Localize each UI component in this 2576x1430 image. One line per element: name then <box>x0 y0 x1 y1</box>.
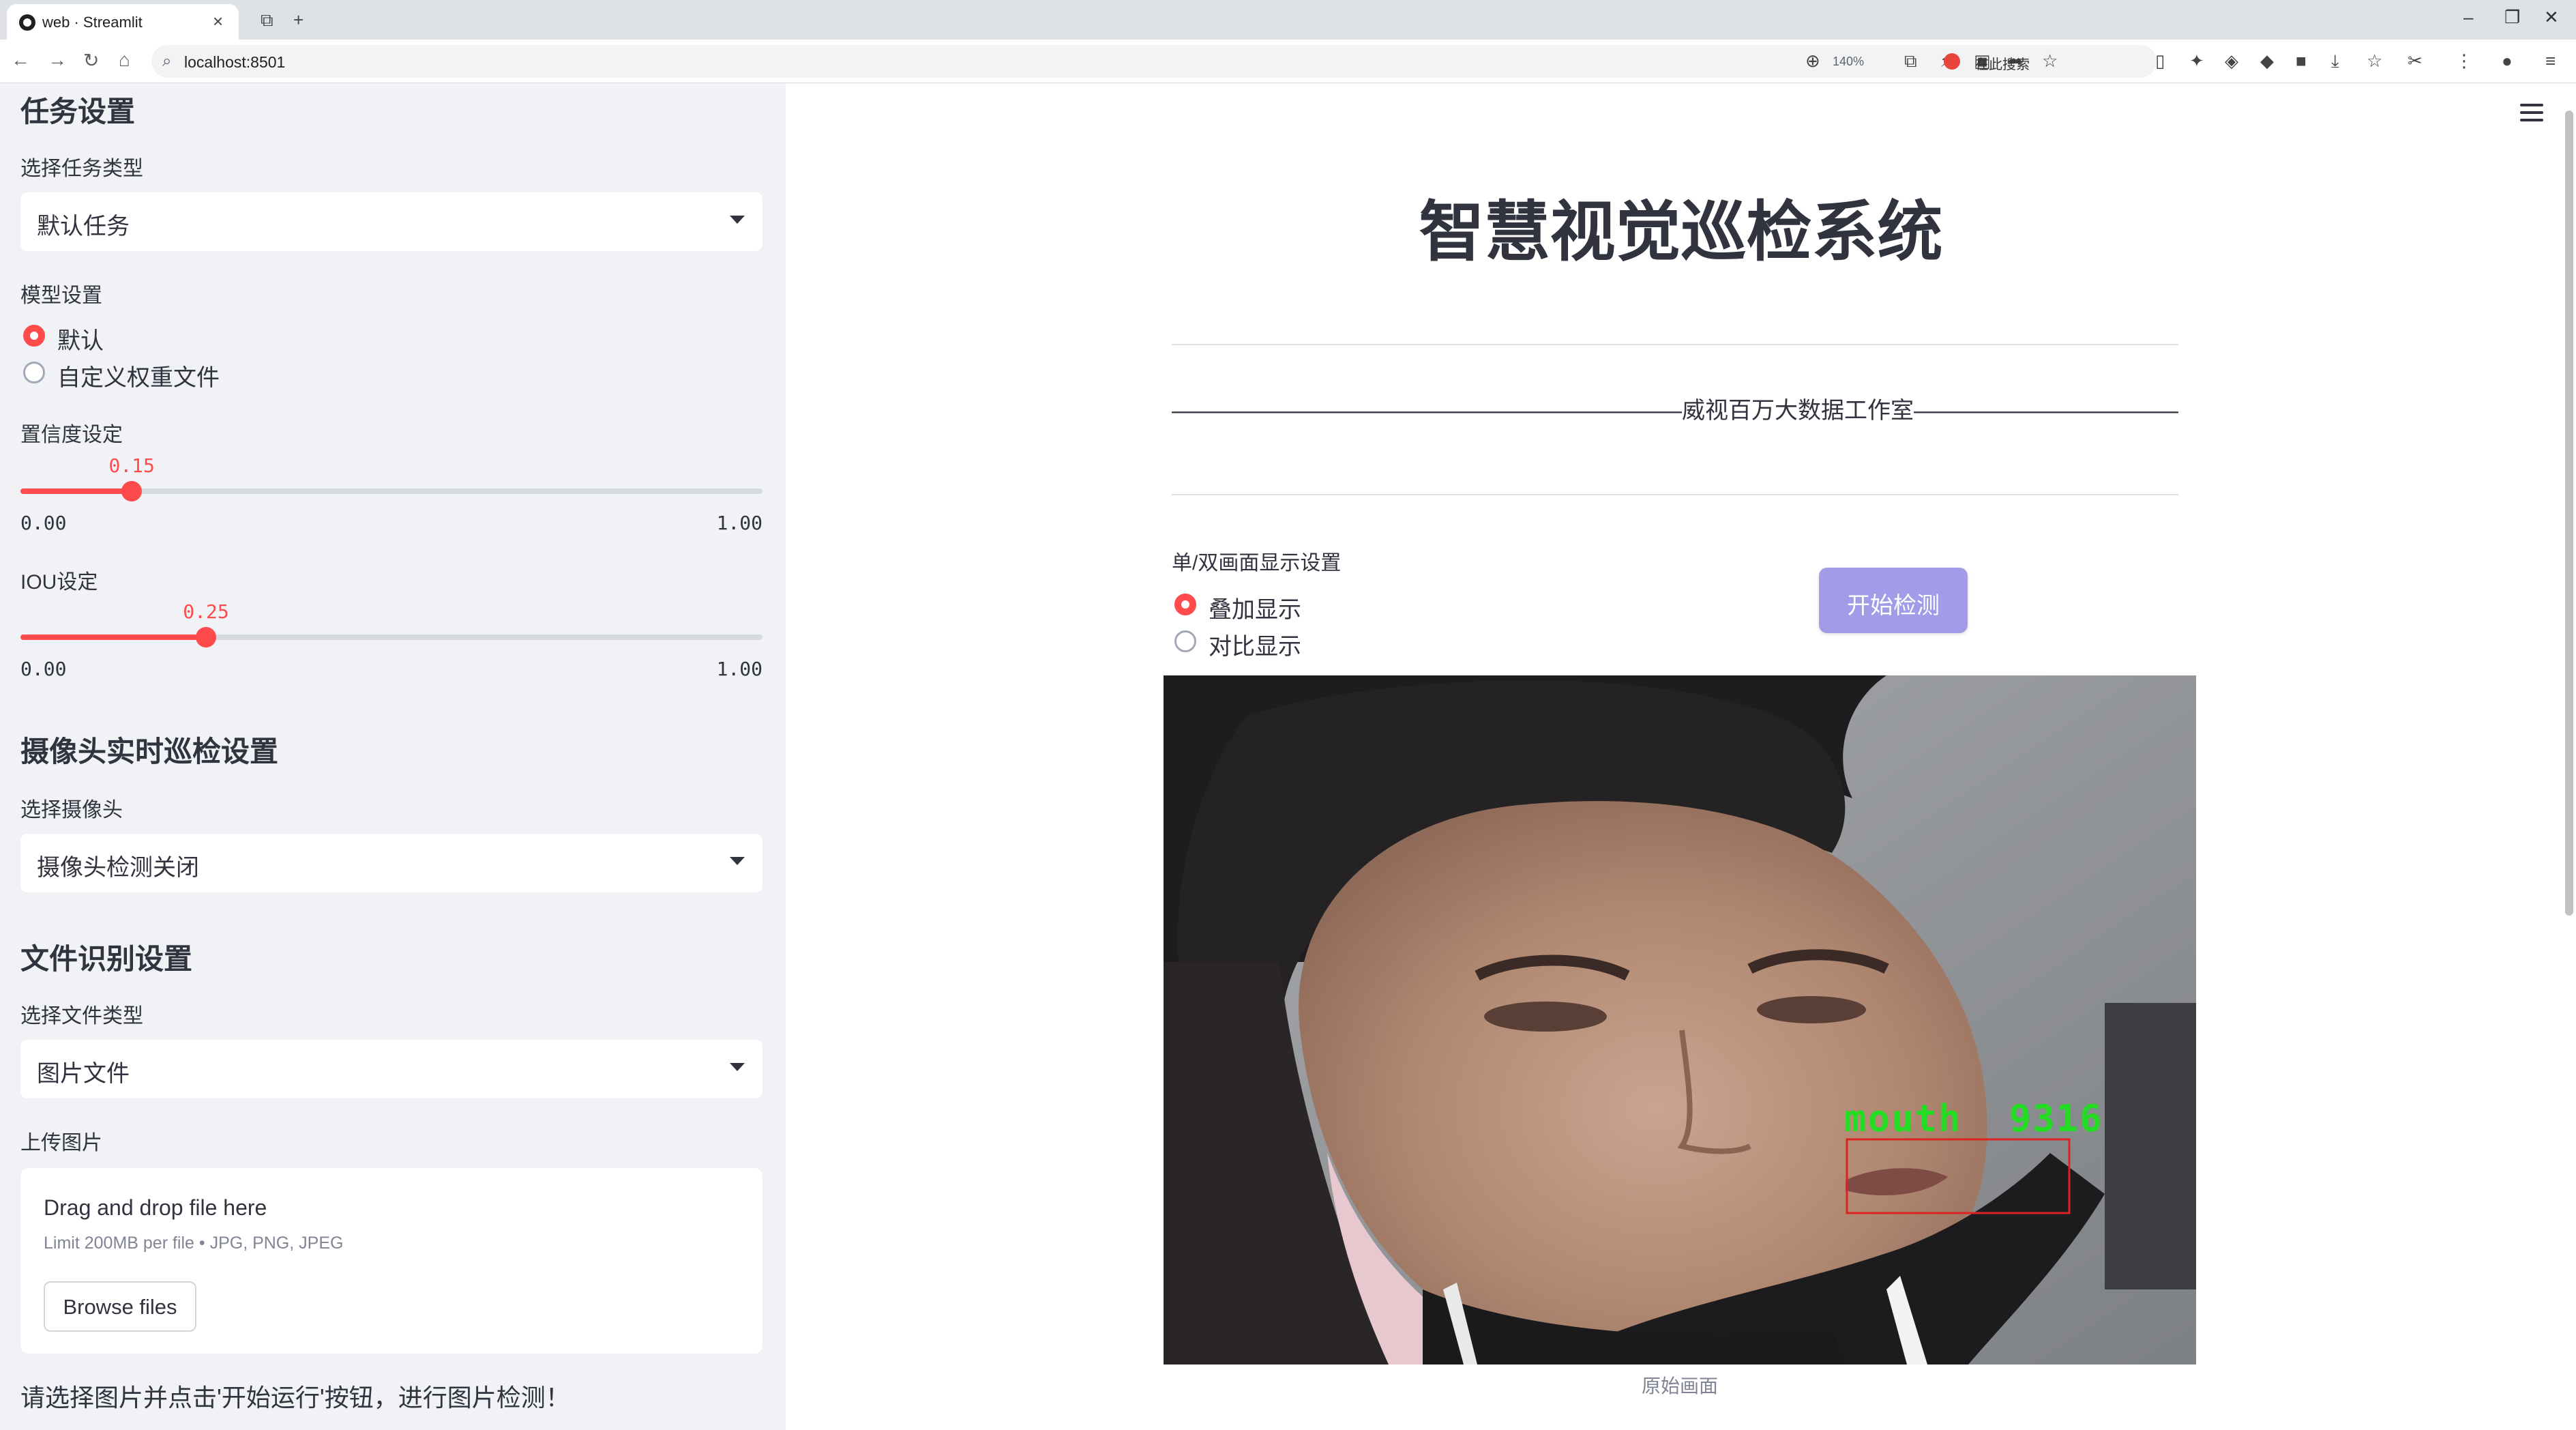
slider-fill <box>20 634 206 640</box>
detection-result-image: mouth 9316 <box>1164 675 2196 1365</box>
start-detection-button[interactable]: 开始检测 <box>1819 568 1968 633</box>
model-settings-label: 模型设置 <box>20 284 102 307</box>
divider-top <box>1172 344 2178 345</box>
file-type-label: 选择文件类型 <box>20 1005 143 1027</box>
search-engine-logo-icon <box>1944 53 1960 70</box>
upload-label: 上传图片 <box>20 1132 102 1154</box>
zoom-icon[interactable]: ⊕ <box>1805 50 1820 72</box>
confidence-min: 0.00 <box>20 512 67 534</box>
page-title: 智慧视觉巡检系统 <box>1419 196 1943 269</box>
close-tab-icon[interactable]: × <box>213 11 223 32</box>
radio-selected-icon <box>23 325 45 347</box>
slider-thumb[interactable] <box>121 481 143 501</box>
browser-tab-bar: web · Streamlit × ⧉ + – ❐ ✕ <box>0 0 2576 40</box>
start-detection-label: 开始检测 <box>1847 593 1940 619</box>
camera-select-label: 选择摄像头 <box>20 799 123 821</box>
search-placeholder: 在此搜索 <box>1975 57 2030 72</box>
image-caption: 原始画面 <box>1641 1375 1718 1397</box>
instruction-text: 请选择图片并点击'开始运行'按钮，进行图片检测！ <box>20 1384 570 1412</box>
confidence-label: 置信度设定 <box>20 424 123 446</box>
translate-icon[interactable]: ⧉ <box>1904 50 1917 72</box>
extension-dark-icon[interactable]: ■ <box>2296 50 2307 72</box>
radio-label: 对比显示 <box>1209 634 1301 660</box>
file-dropzone[interactable]: Drag and drop file here Limit 200MB per … <box>20 1168 763 1354</box>
tab-group-icon[interactable]: ⧉ <box>261 10 273 31</box>
slider-fill <box>20 488 132 494</box>
display-mode-label: 单/双画面显示设置 <box>1172 552 1342 574</box>
dropzone-limit: Limit 200MB per file • JPG, PNG, JPEG <box>44 1234 344 1253</box>
close-window-icon[interactable]: ✕ <box>2544 7 2559 28</box>
face-photo <box>1164 675 2196 1365</box>
detection-label: mouth 9316 <box>1844 1097 2103 1140</box>
search-icon: ⌕ <box>162 52 172 70</box>
reload-icon[interactable]: ↻ <box>83 49 99 72</box>
extension-blue-icon[interactable]: ◈ <box>2225 50 2238 72</box>
camera-select[interactable]: 摄像头检测关闭 <box>20 834 763 892</box>
phone-icon[interactable]: ▯ <box>2155 50 2165 72</box>
browse-files-button[interactable]: Browse files <box>44 1281 196 1332</box>
file-settings-heading: 文件识别设置 <box>20 943 193 975</box>
camera-select-value: 摄像头检测关闭 <box>37 855 199 881</box>
profile-avatar-icon[interactable]: ● <box>2502 50 2513 72</box>
extension-color-icon[interactable]: ✦ <box>2189 50 2204 72</box>
url-text: localhost:8501 <box>184 53 286 71</box>
iou-max: 1.00 <box>716 658 763 680</box>
radio-unselected-icon <box>1174 630 1196 652</box>
home-icon[interactable]: ⌂ <box>119 49 130 71</box>
download-icon[interactable]: ⤓ <box>2331 50 2339 72</box>
minimize-icon[interactable]: – <box>2463 7 2473 28</box>
confidence-value: 0.15 <box>108 454 155 477</box>
browse-files-label: Browse files <box>63 1295 177 1319</box>
radio-label: 叠加显示 <box>1209 597 1301 623</box>
sidebar: 任务设置 选择任务类型 默认任务 模型设置 默认 自定义权重文件 置信度设定 0… <box>0 83 786 1430</box>
iou-label: IOU设定 <box>20 571 98 594</box>
divider-bottom <box>1172 494 2178 495</box>
task-type-value: 默认任务 <box>37 214 130 239</box>
extension-translate-icon[interactable]: ◆ <box>2260 50 2274 72</box>
radio-unselected-icon <box>23 362 45 383</box>
confidence-slider[interactable] <box>20 481 763 501</box>
dropzone-title: Drag and drop file here <box>44 1195 267 1220</box>
more-options-icon[interactable]: ⋮ <box>2455 50 2473 72</box>
task-type-label: 选择任务类型 <box>20 158 143 180</box>
zoom-level[interactable]: 140% <box>1833 55 1864 69</box>
iou-slider[interactable] <box>20 627 763 647</box>
task-type-select[interactable]: 默认任务 <box>20 192 763 251</box>
iou-min: 0.00 <box>20 658 67 680</box>
confidence-max: 1.00 <box>716 512 763 534</box>
favorites-icon[interactable]: ☆ <box>2367 50 2382 72</box>
chevron-down-icon <box>730 1063 745 1071</box>
scissors-icon[interactable]: ✂ <box>2408 50 2423 72</box>
slider-thumb[interactable] <box>196 627 216 647</box>
file-type-select[interactable]: 图片文件 <box>20 1040 763 1098</box>
chevron-down-icon <box>730 216 745 224</box>
tab-title: web · Streamlit <box>42 14 143 31</box>
page-subtitle: ——————————————————————威视百万大数据工作室————————… <box>1172 398 2178 424</box>
browser-tab[interactable]: web · Streamlit × <box>7 4 239 40</box>
back-icon[interactable]: ← <box>11 49 30 71</box>
new-tab-icon[interactable]: + <box>293 10 304 31</box>
iou-value: 0.25 <box>183 600 229 623</box>
browser-menu-icon[interactable]: ≡ <box>2545 50 2556 72</box>
radio-label: 默认 <box>57 328 104 354</box>
radio-label: 自定义权重文件 <box>57 365 220 391</box>
url-field[interactable]: ⌕ localhost:8501 140% ⊕ ⧉ ⚡ ▣ ➦ ☆ <box>151 45 2157 78</box>
file-type-value: 图片文件 <box>37 1061 130 1087</box>
radio-selected-icon <box>1174 594 1196 615</box>
camera-settings-heading: 摄像头实时巡检设置 <box>20 735 279 768</box>
streamlit-favicon-icon <box>19 14 35 31</box>
search-engine-box[interactable]: 在此搜索 <box>1937 48 2142 75</box>
hamburger-menu-icon[interactable] <box>2520 104 2543 123</box>
forward-icon[interactable]: → <box>48 49 67 71</box>
main-content: 智慧视觉巡检系统 ——————————————————————威视百万大数据工作… <box>786 83 2576 1430</box>
chevron-down-icon <box>730 857 745 865</box>
restore-icon[interactable]: ❐ <box>2504 7 2520 28</box>
address-toolbar: ← → ↻ ⌂ ⌕ localhost:8501 140% ⊕ ⧉ ⚡ ▣ ➦ … <box>0 40 2576 83</box>
task-settings-heading: 任务设置 <box>20 96 136 128</box>
